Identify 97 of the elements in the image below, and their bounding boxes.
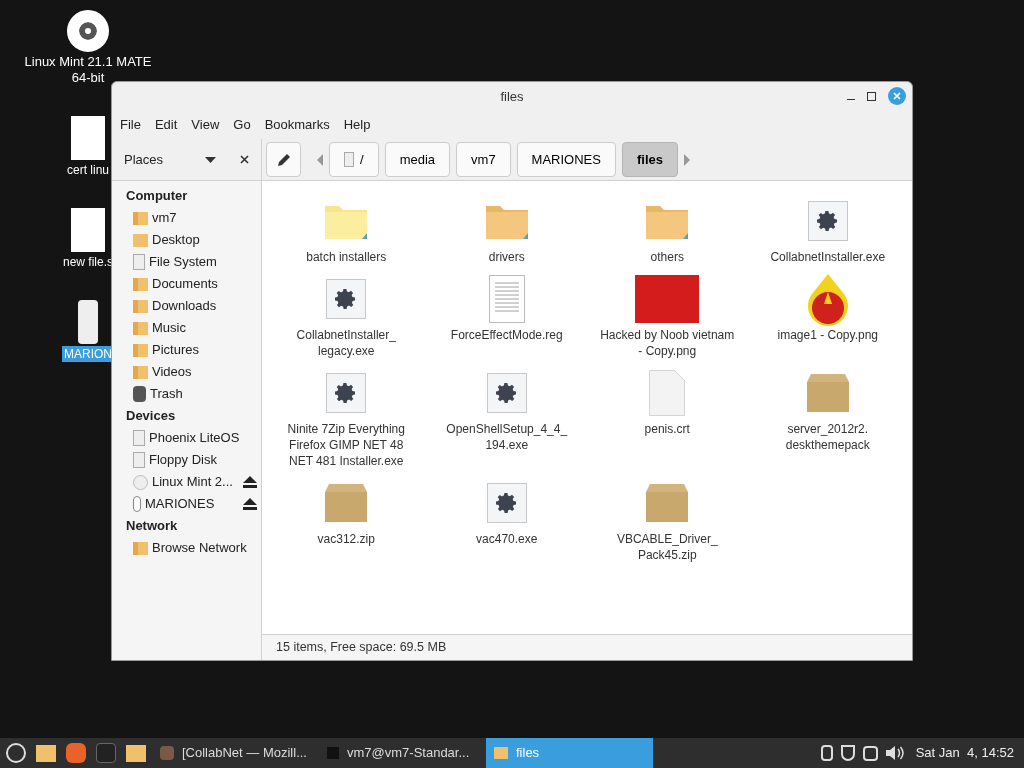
sidebar-heading: Network	[126, 517, 179, 535]
shield-icon[interactable]	[840, 745, 855, 761]
file-name[interactable]: image1 - Copy.png	[777, 327, 878, 343]
box-icon	[806, 374, 849, 412]
folder-icon[interactable]	[36, 744, 56, 762]
drive-icon	[344, 152, 354, 167]
menu-item[interactable]: Edit	[148, 115, 184, 135]
folder-icon	[133, 299, 148, 313]
menu-icon[interactable]	[6, 743, 26, 763]
sidebar-item[interactable]: File System	[149, 252, 257, 272]
path-segment[interactable]: files	[621, 142, 678, 177]
desktop-icon-label[interactable]: cert linu	[65, 162, 111, 178]
drive-icon	[133, 430, 145, 446]
folder-icon	[133, 321, 148, 335]
file-name[interactable]: CollabnetInstaller.exe	[770, 249, 886, 265]
blank-file-icon	[649, 370, 686, 416]
sidebar-selector[interactable]: Places	[124, 149, 205, 170]
browser-icon[interactable]	[66, 743, 86, 763]
menu-item[interactable]: File	[114, 115, 147, 135]
desktop-icon-label[interactable]: new file.s	[61, 254, 115, 270]
window-title: files	[500, 87, 524, 106]
sidebar-item[interactable]: Desktop	[152, 230, 257, 250]
sidebar-item[interactable]: Music	[152, 318, 257, 338]
file-name[interactable]: Ninite 7Zip Everything Firefox GIMP NET 48 NET 481 Installer.exe	[277, 421, 416, 469]
minimize-icon[interactable]	[847, 98, 855, 100]
file-name[interactable]: Hacked by Noob vietnam - Copy.png	[598, 327, 737, 359]
sidebar-item[interactable]: Trash	[150, 384, 257, 404]
eject-icon[interactable]	[243, 476, 257, 488]
network-icon[interactable]	[862, 745, 878, 761]
folder-icon	[133, 343, 148, 357]
dropdown-caret-icon[interactable]	[205, 156, 216, 163]
status-text: 15 items, Free space: 69.5 MB	[276, 639, 447, 657]
folder-icon	[133, 233, 148, 247]
menu-item[interactable]: View	[185, 115, 226, 135]
clipboard-icon[interactable]	[820, 745, 833, 761]
folder-icon	[133, 541, 148, 555]
sidebar-item[interactable]: MARIONES	[145, 494, 239, 514]
folder-icon[interactable]	[126, 744, 146, 762]
sidebar-item[interactable]: Downloads	[152, 296, 257, 316]
desktop-icon-label[interactable]: Linux Mint 21.1 MATE 64-bit	[13, 54, 163, 86]
sidebar-item[interactable]: vm7	[152, 208, 257, 228]
drive-icon	[133, 452, 145, 468]
box-icon	[646, 484, 689, 522]
usb-drive-icon	[133, 496, 141, 512]
file-name[interactable]: CollabnetInstaller_ legacy.exe	[277, 327, 416, 359]
file-name[interactable]: others	[650, 249, 684, 265]
sidebar-item[interactable]: Linux Mint 2...	[152, 472, 239, 492]
executable-icon	[486, 373, 527, 413]
box-icon	[325, 484, 368, 522]
file-name[interactable]: VBCABLE_Driver_ Pack45.zip	[598, 531, 737, 563]
folder-icon	[133, 277, 148, 291]
sidebar-item[interactable]: Browse Network	[152, 538, 257, 558]
browser-icon	[160, 746, 174, 760]
volume-icon[interactable]	[885, 746, 904, 760]
file-name[interactable]: drivers	[488, 249, 525, 265]
taskbar-window-button[interactable]: [CollabNet — Mozill...	[152, 738, 319, 768]
menu-item[interactable]: Go	[227, 115, 257, 135]
folder-icon	[133, 365, 148, 379]
executable-icon	[807, 201, 848, 241]
executable-icon	[326, 373, 367, 413]
path-segment[interactable]: media	[384, 142, 451, 177]
sidebar-item[interactable]: Documents	[152, 274, 257, 294]
sidebar-item[interactable]: Floppy Disk	[149, 450, 257, 470]
file-name[interactable]: vac312.zip	[317, 531, 375, 547]
sidebar-item[interactable]: Pictures	[152, 340, 257, 360]
eject-icon[interactable]	[243, 498, 257, 510]
sidebar-item[interactable]: Phoenix LiteOS	[149, 428, 257, 448]
document-icon	[488, 275, 525, 323]
executable-icon	[486, 483, 527, 523]
terminal-icon	[327, 747, 339, 759]
terminal-icon[interactable]	[96, 743, 116, 763]
menu-item[interactable]: Help	[337, 115, 377, 135]
sidebar-item[interactable]: Videos	[152, 362, 257, 382]
edit-path-button[interactable]	[266, 142, 301, 177]
file-name[interactable]: vac470.exe	[476, 531, 538, 547]
sidebar-heading: Computer	[126, 187, 189, 205]
folder-icon	[494, 747, 508, 759]
trash-icon	[133, 386, 146, 402]
pencil-icon	[276, 152, 291, 167]
photo-placeholder	[635, 275, 700, 323]
executable-icon	[326, 279, 367, 319]
close-icon[interactable]	[240, 155, 249, 164]
clock[interactable]: Sat Jan 4, 14:52	[915, 743, 1014, 763]
file-name[interactable]: ForceEffectMode.reg	[450, 327, 563, 343]
taskbar-window-button[interactable]: vm7@vm7-Standar...	[319, 738, 486, 768]
maximize-icon[interactable]	[867, 91, 876, 101]
drive-icon	[133, 254, 145, 270]
file-name[interactable]: penis.crt	[644, 421, 690, 437]
file-name[interactable]: OpenShellSetup_4_4_ 194.exe	[437, 421, 576, 453]
path-segment[interactable]: MARIONES	[516, 142, 616, 177]
menu-item[interactable]: Bookmarks	[258, 115, 336, 135]
file-name[interactable]: batch installers	[306, 249, 387, 265]
sidebar-heading: Devices	[126, 407, 177, 425]
folder-icon	[133, 211, 148, 225]
path-segment[interactable]: /	[329, 142, 379, 177]
file-name[interactable]: server_2012r2. deskthemepack	[758, 421, 897, 453]
path-segment[interactable]: vm7	[456, 142, 511, 177]
